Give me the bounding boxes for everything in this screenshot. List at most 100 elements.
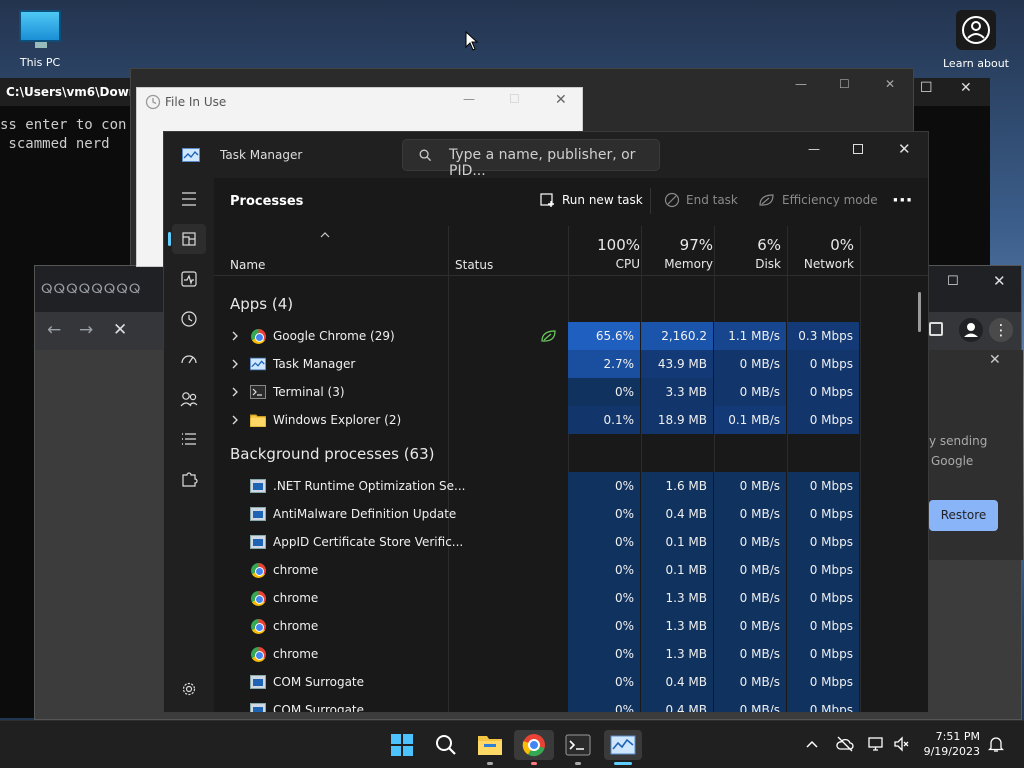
process-row[interactable]: Windows Explorer (2) 0.1% 18.9 MB 0.1 MB…	[214, 406, 928, 434]
nav-settings[interactable]	[172, 674, 206, 704]
more-options-icon[interactable]: ···	[892, 190, 913, 211]
process-row[interactable]: chrome 0% 0.1 MB 0 MB/s 0 Mbps	[214, 556, 928, 584]
disk-cell: 0 MB/s	[714, 472, 786, 500]
desktop-icon-learn[interactable]: Learn about	[936, 10, 1016, 70]
background-group-header: Background processes (63)	[230, 445, 435, 463]
column-status[interactable]: Status	[455, 258, 493, 272]
notification-bell-icon[interactable]	[988, 735, 1004, 753]
minimize-icon[interactable]: —	[795, 77, 807, 91]
chevron-up-icon[interactable]	[805, 739, 819, 749]
search-placeholder: Type a name, publisher, or PID...	[449, 147, 636, 179]
process-name: Google Chrome (29)	[273, 329, 395, 343]
process-row[interactable]: chrome 0% 1.3 MB 0 MB/s 0 Mbps	[214, 612, 928, 640]
cloud-offline-icon[interactable]	[836, 736, 854, 752]
nav-performance[interactable]	[172, 264, 206, 294]
task-manager-window[interactable]: Task Manager Type a name, publisher, or …	[163, 131, 929, 713]
restore-button[interactable]: Restore	[929, 500, 998, 531]
maximize-icon[interactable]: ☐	[920, 80, 933, 96]
terminal-taskbar-button[interactable]	[562, 730, 594, 760]
process-row[interactable]: chrome 0% 1.3 MB 0 MB/s 0 Mbps	[214, 584, 928, 612]
maximize-icon[interactable]: ☐	[509, 92, 520, 106]
network-icon[interactable]	[868, 736, 886, 752]
column-memory[interactable]: 97% Memory	[641, 236, 713, 271]
nav-services[interactable]	[172, 464, 206, 494]
column-header-row: Name Status 100% CPU 97% Memory 6% Disk 0% N…	[214, 226, 928, 276]
process-row[interactable]: COM Surrogate 0% 0.4 MB 0 MB/s 0 Mbps	[214, 668, 928, 696]
history-icon	[181, 311, 197, 327]
active-indicator	[614, 762, 632, 765]
chrome-icon	[251, 329, 266, 344]
process-row[interactable]: AntiMalware Definition Update 0% 0.4 MB …	[214, 500, 928, 528]
nav-users[interactable]	[172, 384, 206, 414]
close-icon[interactable]: ✕	[885, 77, 895, 91]
chevron-right-icon[interactable]	[232, 359, 239, 369]
column-disk[interactable]: 6% Disk	[714, 236, 781, 271]
memory-cell: 1.6 MB	[641, 472, 713, 500]
nav-details[interactable]	[172, 424, 206, 454]
profile-icon[interactable]	[959, 318, 983, 342]
minimize-icon[interactable]: —	[808, 142, 820, 156]
chrome-taskbar-button[interactable]	[514, 730, 554, 760]
efficiency-mode-button[interactable]: Efficiency mode	[758, 192, 878, 208]
close-icon[interactable]: ✕	[989, 352, 1001, 368]
hamburger-icon[interactable]	[172, 184, 206, 214]
process-row[interactable]: COM Surrogate 0% 0.4 MB 0 MB/s 0 Mbps	[214, 696, 928, 712]
column-network[interactable]: 0% Network	[787, 236, 854, 271]
windows-logo-icon	[391, 734, 413, 756]
maximize-icon[interactable]: ☐	[839, 77, 850, 91]
back-icon[interactable]: ←	[47, 320, 61, 340]
column-name[interactable]: Name	[230, 258, 265, 272]
process-row[interactable]: AppID Certificate Store Verific... 0% 0.…	[214, 528, 928, 556]
file-explorer-button[interactable]	[474, 730, 506, 760]
search-button[interactable]	[430, 730, 462, 760]
process-list: Apps (4) Google Chrome (29) 65.6% 2,160.…	[214, 286, 928, 712]
run-new-task-button[interactable]: Run new task	[540, 192, 643, 208]
disk-cell: 0 MB/s	[714, 640, 786, 668]
stop-icon[interactable]: ✕	[113, 320, 127, 340]
maximize-icon[interactable]	[853, 144, 863, 154]
menu-icon[interactable]: ⋮	[989, 318, 1013, 342]
memory-cell: 1.3 MB	[641, 612, 713, 640]
chevron-right-icon[interactable]	[232, 331, 239, 341]
close-icon[interactable]: ✕	[993, 272, 1006, 290]
process-row[interactable]: Task Manager 2.7% 43.9 MB 0 MB/s 0 Mbps	[214, 350, 928, 378]
search-input[interactable]: Type a name, publisher, or PID...	[402, 139, 660, 179]
minimize-icon[interactable]: —	[463, 92, 475, 106]
chevron-right-icon[interactable]	[232, 415, 239, 425]
nav-processes[interactable]	[168, 224, 206, 254]
disk-cell: 0 MB/s	[714, 668, 786, 696]
puzzle-icon	[182, 472, 198, 487]
process-row[interactable]: Google Chrome (29) 65.6% 2,160.2 MB 1.1 …	[214, 322, 928, 371]
process-row[interactable]: Terminal (3) 0% 3.3 MB 0 MB/s 0 Mbps	[214, 378, 928, 406]
process-row[interactable]: .NET Runtime Optimization Se... 0% 1.6 M…	[214, 472, 928, 500]
efficiency-mode-label: Efficiency mode	[782, 193, 878, 207]
start-button[interactable]	[386, 730, 418, 760]
task-manager-taskbar-button[interactable]	[604, 730, 642, 760]
chevron-right-icon[interactable]	[232, 387, 239, 397]
network-cell: 0 Mbps	[787, 584, 859, 612]
clock-time: 7:51 PM	[935, 730, 980, 743]
sidepanel-icon[interactable]	[929, 322, 943, 336]
process-row[interactable]: chrome 0% 1.3 MB 0 MB/s 0 Mbps	[214, 640, 928, 668]
volume-muted-icon[interactable]	[893, 736, 911, 752]
chrome-icon	[251, 647, 266, 662]
column-cpu[interactable]: 100% CPU	[568, 236, 640, 271]
chrome-icon	[251, 563, 266, 578]
network-cell: 0 Mbps	[787, 696, 859, 712]
clock[interactable]: 7:51 PM 9/19/2023	[918, 729, 980, 759]
active-indicator	[168, 232, 171, 246]
maximize-icon[interactable]: ☐	[947, 274, 959, 289]
close-icon[interactable]: ✕	[898, 140, 911, 158]
desktop-icon-this-pc[interactable]: This PC	[0, 10, 80, 69]
nav-startup-apps[interactable]	[172, 344, 206, 374]
nav-app-history[interactable]	[172, 304, 206, 334]
close-icon[interactable]: ✕	[555, 92, 567, 108]
toolbar-divider	[650, 188, 651, 214]
memory-cell: 0.4 MB	[641, 696, 713, 712]
memory-cell: 2,160.2 MB	[641, 322, 713, 371]
memory-cell: 1.3 MB	[641, 584, 713, 612]
close-icon[interactable]: ✕	[960, 80, 972, 96]
memory-cell: 0.4 MB	[641, 500, 713, 528]
end-task-button[interactable]: End task	[664, 192, 738, 208]
forward-icon[interactable]: →	[79, 320, 93, 340]
